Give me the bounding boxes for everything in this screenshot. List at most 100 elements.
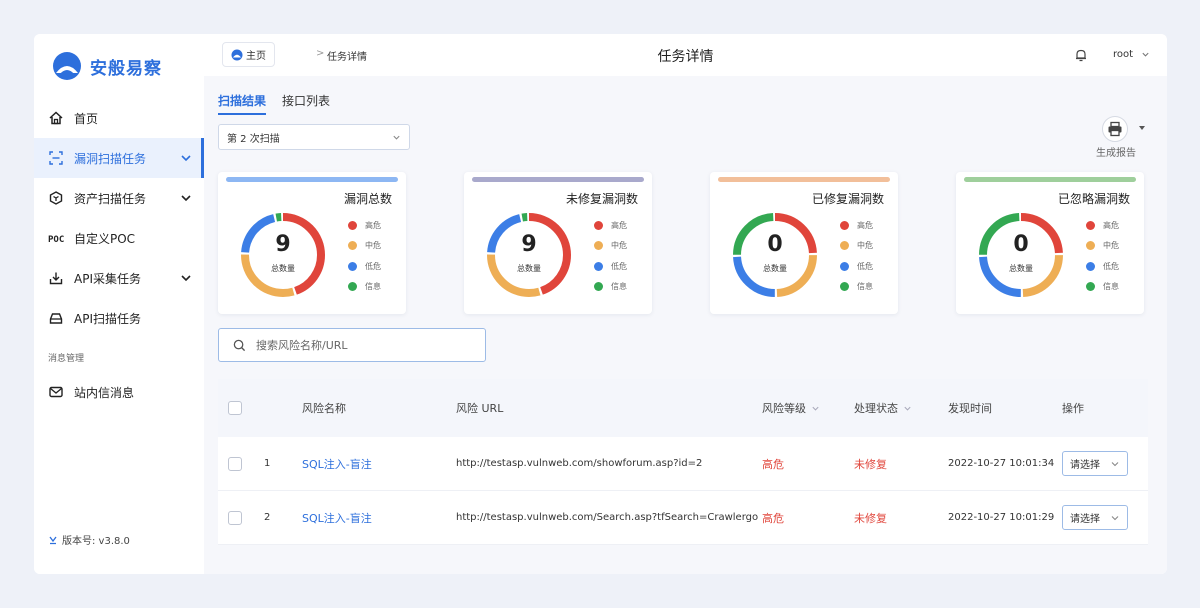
legend-label: 低危 — [365, 261, 381, 271]
legend-dot — [594, 261, 603, 271]
legend-label: 信息 — [365, 282, 381, 292]
svg-text:POC: POC — [48, 235, 64, 245]
breadcrumb-home[interactable]: 主页 — [222, 42, 275, 67]
legend-item: 中危 — [1086, 236, 1119, 257]
legend-item: 高危 — [348, 215, 381, 236]
brand[interactable]: 安般易察 — [52, 50, 162, 82]
operation-select-value: 请选择 — [1070, 460, 1100, 471]
card-count-label: 总数量 — [1009, 264, 1033, 273]
card-title: 已修复漏洞数 — [811, 192, 884, 206]
breadcrumb-current: 任务详情 — [327, 52, 367, 63]
risk-name-link[interactable]: SQL注入-盲注 — [302, 456, 372, 472]
risk-level: 高危 — [762, 511, 784, 525]
legend-dot — [348, 261, 357, 271]
legend-item: 高危 — [840, 215, 873, 236]
result-tabs: 扫描结果 接口列表 — [218, 92, 346, 115]
asset-icon — [48, 190, 64, 206]
sidebar-item-custom-poc[interactable]: POC 自定义POC — [34, 218, 204, 258]
legend-item: 中危 — [348, 236, 381, 257]
found-time: 2022-10-27 10:01:29 — [948, 512, 1055, 523]
table-header: 风险名称 风险 URL 风险等级 处理状态 发现时间 操作 — [218, 379, 1148, 437]
chevron-down-icon — [904, 406, 911, 411]
row-checkbox[interactable] — [228, 456, 242, 471]
row-index: 2 — [264, 512, 271, 523]
legend-label: 高危 — [857, 220, 873, 230]
version-icon — [49, 536, 57, 544]
legend-dot — [840, 282, 849, 292]
sidebar-item-label: 站内信消息 — [74, 385, 135, 400]
legend-label: 中危 — [1103, 241, 1119, 251]
legend-dot — [840, 261, 849, 271]
card-accent-bar — [964, 177, 1136, 182]
sidebar-nav: 首页 漏洞扫描任务 资产扫描任务 POC 自定义POC API采集任务 API扫… — [34, 98, 204, 412]
select-all-checkbox[interactable] — [228, 401, 242, 415]
stat-card: 已修复漏洞数 0 总数量 高危 中危 低危 信息 — [710, 172, 898, 314]
breadcrumb-separator: > — [316, 48, 325, 59]
risk-url: http://testasp.vulnweb.com/showforum.asp… — [456, 458, 703, 469]
legend-dot — [840, 241, 849, 251]
card-count: 9 — [521, 232, 537, 257]
operation-select[interactable]: 请选择 — [1062, 451, 1128, 476]
tab-scan-results[interactable]: 扫描结果 — [218, 92, 267, 115]
generate-report-label: 生成报告 — [1096, 148, 1136, 159]
operation-select[interactable]: 请选择 — [1062, 505, 1128, 530]
sidebar-item-messages[interactable]: 站内信消息 — [34, 372, 204, 412]
legend-label: 信息 — [611, 282, 627, 292]
card-legend: 高危中危低危信息 — [348, 215, 381, 297]
sidebar-item-label: 资产扫描任务 — [74, 191, 147, 206]
chevron-down-icon — [393, 135, 400, 140]
version-info: 版本号: v3.8.0 — [48, 532, 130, 547]
risk-status: 未修复 — [854, 457, 887, 471]
header-risk-name: 风险名称 — [302, 402, 346, 415]
sidebar-item-api-collect[interactable]: API采集任务 — [34, 258, 204, 298]
card-count-label: 总数量 — [517, 264, 541, 273]
chevron-down-icon — [1111, 516, 1119, 521]
user-menu[interactable]: root — [1113, 49, 1150, 60]
legend-dot — [840, 220, 849, 230]
operation-cell: 请选择 — [1062, 505, 1128, 530]
breadcrumb-home-label: 主页 — [246, 51, 266, 62]
stat-card: 漏洞总数 9 总数量 高危 中危 低危 信息 — [218, 172, 406, 314]
sidebar-item-vuln-scan[interactable]: 漏洞扫描任务 — [34, 138, 204, 178]
header-risk-level[interactable]: 风险等级 — [762, 400, 820, 416]
legend-dot — [348, 241, 357, 251]
table-row: 2 SQL注入-盲注 http://testasp.vulnweb.com/Se… — [218, 491, 1148, 545]
legend-label: 中危 — [365, 241, 381, 251]
home-icon — [48, 110, 64, 126]
chevron-down-icon — [1142, 52, 1149, 57]
header-status[interactable]: 处理状态 — [854, 400, 912, 416]
risk-name-link[interactable]: SQL注入-盲注 — [302, 510, 372, 526]
caret-down-icon[interactable] — [1138, 124, 1146, 132]
legend-item: 信息 — [348, 277, 381, 298]
poc-icon: POC — [48, 230, 64, 246]
sidebar-item-api-scan[interactable]: API扫描任务 — [34, 298, 204, 338]
legend-item: 中危 — [840, 236, 873, 257]
stat-card: 未修复漏洞数 9 总数量 高危 中危 低危 信息 — [464, 172, 652, 314]
legend-dot — [594, 241, 603, 251]
search-box[interactable]: 搜索风险名称/URL — [218, 328, 486, 362]
legend-dot — [1086, 220, 1095, 230]
chevron-down-icon — [1111, 462, 1119, 467]
main-content: 主页 > 任务详情 任务详情 root 扫描结果 接口列表 第 2 次扫描 生成… — [204, 34, 1167, 574]
legend-label: 信息 — [857, 282, 873, 292]
legend-label: 高危 — [1103, 220, 1119, 230]
scan-round-value: 第 2 次扫描 — [227, 133, 280, 145]
top-bar: 主页 > 任务详情 任务详情 root — [204, 34, 1167, 76]
bell-icon[interactable] — [1074, 48, 1088, 62]
legend-dot — [594, 220, 603, 230]
search-input[interactable]: 搜索风险名称/URL — [256, 337, 348, 353]
scan-round-select[interactable]: 第 2 次扫描 — [218, 124, 410, 150]
sidebar: 安般易察 首页 漏洞扫描任务 资产扫描任务 POC 自定义POC API采集任务… — [34, 34, 204, 574]
print-report-button[interactable] — [1102, 116, 1128, 142]
scan-icon — [48, 150, 64, 166]
card-count: 0 — [767, 232, 783, 257]
tab-api-list[interactable]: 接口列表 — [282, 92, 330, 115]
legend-dot — [1086, 241, 1095, 251]
sidebar-item-home[interactable]: 首页 — [34, 98, 204, 138]
legend-label: 中危 — [611, 241, 627, 251]
risk-status: 未修复 — [854, 511, 887, 525]
sidebar-item-label: API扫描任务 — [74, 311, 141, 326]
row-checkbox[interactable] — [228, 510, 242, 525]
sidebar-item-asset-scan[interactable]: 资产扫描任务 — [34, 178, 204, 218]
header-status-label: 处理状态 — [854, 402, 898, 415]
